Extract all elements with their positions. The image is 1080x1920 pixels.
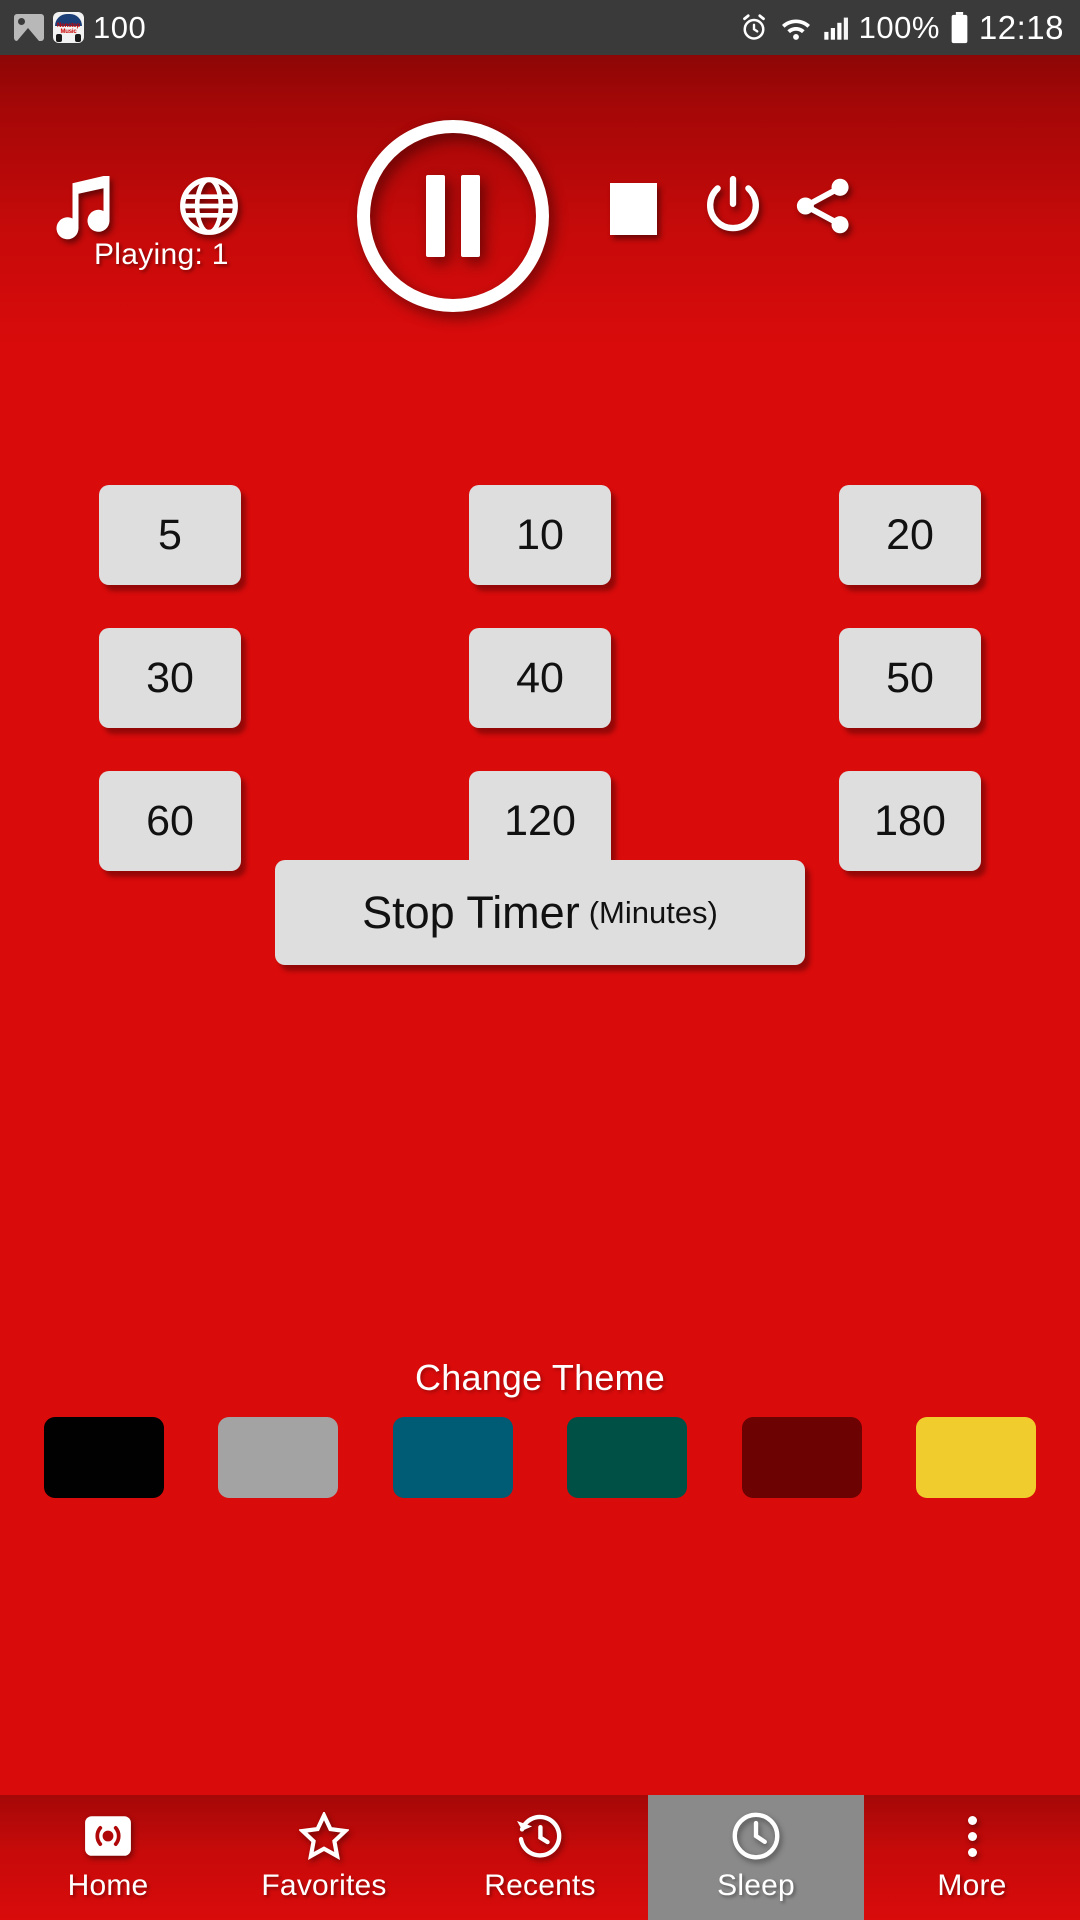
nonstop-music-app-icon: Nonstop Music bbox=[53, 12, 84, 43]
timer-options-grid: 5 10 20 30 40 50 60 120 180 bbox=[99, 485, 981, 871]
alarm-icon bbox=[742, 13, 765, 40]
pause-bar-right bbox=[461, 175, 480, 257]
theme-swatch-gray[interactable] bbox=[218, 1417, 339, 1498]
theme-swatch-blue[interactable] bbox=[392, 1417, 513, 1498]
nav-item-more[interactable]: More bbox=[864, 1795, 1080, 1920]
radio-icon bbox=[83, 1812, 133, 1860]
stop-icon[interactable] bbox=[610, 183, 657, 235]
bottom-navigation: Home Favorites Recents Sleep More bbox=[0, 1795, 1080, 1920]
app-root: Nonstop Music 100 100% 12:18 Playing: 1 … bbox=[0, 0, 1080, 1920]
clock-icon bbox=[731, 1812, 781, 1860]
sleep-timer-screen: 5 10 20 30 40 50 60 120 180 Stop Timer (… bbox=[0, 345, 1080, 1795]
status-bar-clock: 12:18 bbox=[978, 8, 1064, 46]
change-theme-label: Change Theme bbox=[415, 1357, 665, 1398]
nav-label-home: Home bbox=[67, 1869, 149, 1902]
music-note-icon[interactable] bbox=[48, 173, 114, 243]
timer-option-button[interactable]: 60 bbox=[99, 771, 241, 871]
status-bar-left: Nonstop Music 100 bbox=[14, 10, 146, 46]
timer-option-button[interactable]: 10 bbox=[469, 485, 611, 585]
share-icon[interactable] bbox=[790, 173, 856, 239]
globe-icon[interactable] bbox=[178, 175, 240, 237]
nav-label-more: More bbox=[937, 1869, 1007, 1902]
timer-option-button[interactable]: 50 bbox=[839, 628, 981, 728]
history-clock-icon bbox=[514, 1812, 566, 1860]
theme-swatch-black[interactable] bbox=[44, 1417, 164, 1498]
android-status-bar: Nonstop Music 100 100% 12:18 bbox=[0, 0, 1080, 55]
notification-count: 100 bbox=[93, 9, 147, 45]
timer-option-button[interactable]: 20 bbox=[839, 485, 981, 585]
timer-option-button[interactable]: 40 bbox=[469, 628, 611, 728]
power-icon[interactable] bbox=[700, 173, 766, 239]
nav-item-home[interactable]: Home bbox=[0, 1795, 216, 1920]
theme-swatches bbox=[44, 1417, 1036, 1498]
theme-swatch-yellow[interactable] bbox=[915, 1417, 1036, 1498]
timer-option-button[interactable]: 120 bbox=[469, 771, 611, 871]
stop-timer-label: Stop Timer bbox=[362, 886, 580, 938]
wifi-icon bbox=[781, 18, 810, 40]
battery-icon bbox=[951, 11, 968, 43]
nav-item-recents[interactable]: Recents bbox=[432, 1795, 648, 1920]
pause-icon[interactable] bbox=[357, 120, 549, 312]
playing-status: Playing: 1 bbox=[94, 238, 229, 271]
nav-item-favorites[interactable]: Favorites bbox=[216, 1795, 432, 1920]
nav-label-recents: Recents bbox=[484, 1869, 596, 1902]
more-vertical-icon bbox=[967, 1812, 977, 1860]
theme-swatch-maroon[interactable] bbox=[741, 1417, 862, 1498]
timer-option-button[interactable]: 30 bbox=[99, 628, 241, 728]
star-icon bbox=[299, 1812, 349, 1860]
stop-timer-unit: (Minutes) bbox=[588, 894, 718, 930]
stop-timer-row: Stop Timer (Minutes) bbox=[0, 860, 1080, 965]
theme-swatch-green[interactable] bbox=[567, 1417, 688, 1498]
status-bar-right: 100% 12:18 bbox=[739, 9, 1064, 47]
signal-icon bbox=[823, 17, 848, 40]
timer-option-button[interactable]: 180 bbox=[839, 771, 981, 871]
battery-percent: 100% bbox=[858, 9, 940, 45]
stop-timer-button[interactable]: Stop Timer (Minutes) bbox=[275, 860, 805, 965]
player-header: Playing: 1 All The Best Oldies bbox=[0, 55, 1080, 425]
nav-label-favorites: Favorites bbox=[261, 1869, 387, 1902]
nav-label-sleep: Sleep bbox=[717, 1869, 795, 1902]
timer-option-button[interactable]: 5 bbox=[99, 485, 241, 585]
pause-bar-left bbox=[426, 175, 445, 257]
gallery-icon bbox=[14, 14, 44, 41]
nav-item-sleep[interactable]: Sleep bbox=[648, 1795, 864, 1920]
